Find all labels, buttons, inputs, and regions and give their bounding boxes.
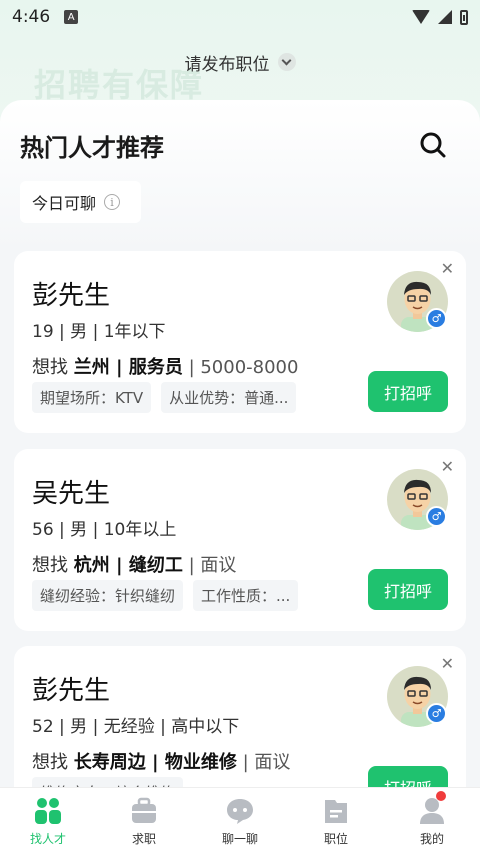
filter-label: 今日可聊 [32,194,97,213]
want-salary: | 面议 [236,752,291,773]
status-bar: 4:46 A [0,0,480,34]
candidate-want: 想找 兰州 | 服务员 | 5000-8000 [32,353,298,379]
close-icon[interactable]: ✕ [441,259,454,278]
want-prefix: 想找 [32,752,74,773]
chat-icon [227,799,253,824]
candidate-name: 吴先生 [32,479,111,509]
tab-chat[interactable]: 聊一聊 [192,788,288,853]
tab-find-talent[interactable]: 找人才 [0,788,96,853]
search-icon [420,132,446,158]
candidate-card[interactable]: 彭先生 19 | 男 | 1年以下 想找 兰州 | 服务员 | 5000-800… [14,251,466,433]
close-icon[interactable]: ✕ [441,654,454,673]
job-selector-label: 请发布职位 [184,54,270,75]
candidate-want: 想找 杭州 | 缝纫工 | 面议 [32,551,236,577]
candidate-want: 想找 长寿周边 | 物业维修 | 面议 [32,748,290,774]
find-talent-icon [35,798,61,824]
wifi-icon [412,10,430,24]
candidate-meta: 52 | 男 | 无经验 | 高中以下 [32,717,240,737]
notification-dot [436,791,446,801]
candidate-name: 彭先生 [32,281,111,311]
candidate-meta: 19 | 男 | 1年以下 [32,322,166,342]
want-salary: | 面议 [182,555,237,576]
want-prefix: 想找 [32,357,74,378]
section-title: 热门人才推荐 [20,134,164,162]
briefcase-icon [132,797,156,823]
tab-label: 我的 [419,832,444,846]
want-prefix: 想找 [32,555,74,576]
chevron-down-icon [277,53,296,71]
candidate-tag: 期望场所：KTV [32,382,152,413]
candidate-tag: 工作性质：... [193,580,299,611]
close-icon[interactable]: ✕ [441,457,454,476]
signal-icon [438,10,452,24]
status-time: 4:46 [12,7,51,27]
tab-label: 找人才 [29,832,66,846]
want-job: 杭州 | 缝纫工 [73,555,183,576]
info-icon[interactable]: i [104,194,121,210]
candidate-tags: 期望场所：KTV 从业优势：普通... [32,382,297,413]
tab-label: 聊一聊 [221,832,258,846]
bottom-tab-bar: 找人才 求职 聊一聊 职位 我的 [0,787,480,853]
tab-label: 职位 [323,832,348,846]
tab-positions[interactable]: 职位 [288,788,384,853]
greet-button[interactable]: 打招呼 [368,371,448,412]
greet-button[interactable]: 打招呼 [368,569,448,610]
want-salary: | 5000-8000 [182,357,299,378]
want-job: 长寿周边 | 物业维修 [73,752,237,773]
tab-job-seeking[interactable]: 求职 [96,788,192,853]
candidate-tag: 缝纫经验：针织缝纫 [32,580,184,611]
position-icon [325,800,347,823]
notification-a-icon: A [64,10,79,24]
candidate-tags: 缝纫经验：针织缝纫 工作性质：... [32,580,299,611]
job-selector[interactable]: 请发布职位 [0,46,480,78]
profile-icon [420,798,444,824]
candidate-card[interactable]: 吴先生 56 | 男 | 10年以上 想找 杭州 | 缝纫工 | 面议 缝纫经验… [14,449,466,631]
battery-icon [460,9,468,25]
tab-label: 求职 [131,832,156,846]
candidate-meta: 56 | 男 | 10年以上 [32,520,177,540]
filter-chip-today[interactable]: 今日可聊 i [20,181,141,223]
candidate-name: 彭先生 [32,676,111,706]
gender-male-icon: ♂ [426,308,447,329]
search-button[interactable] [418,130,448,160]
gender-male-icon: ♂ [426,506,447,527]
gender-male-icon: ♂ [426,703,447,724]
candidate-tag: 从业优势：普通... [161,382,297,413]
want-job: 兰州 | 服务员 [73,357,183,378]
tab-profile[interactable]: 我的 [384,788,480,853]
